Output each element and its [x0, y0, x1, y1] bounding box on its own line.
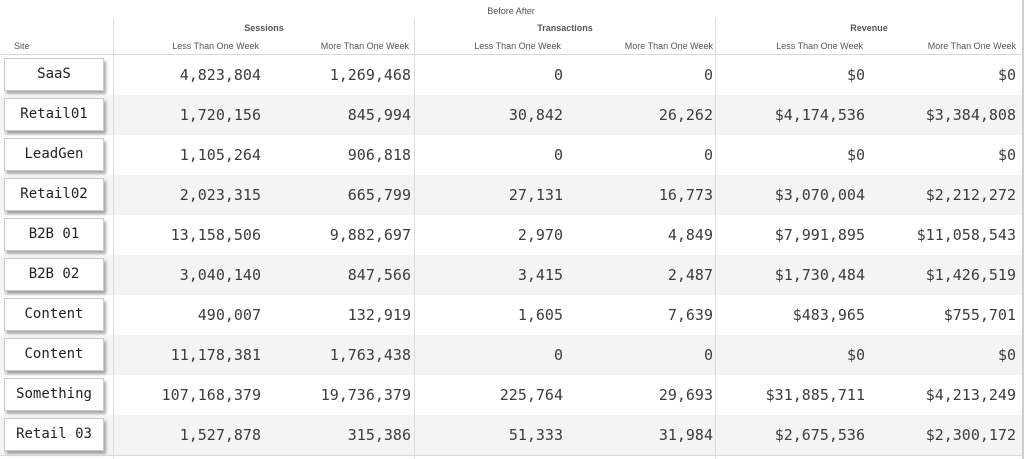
subheader-transactions-more: More Than One Week	[624, 41, 713, 51]
cell-revenue-more: $0	[997, 346, 1016, 364]
cell-revenue-more: $2,300,172	[925, 426, 1016, 444]
cell-sessions-more: 1,269,468	[329, 66, 411, 84]
cell-transactions-less: 0	[553, 146, 563, 164]
cell-transactions-less: 0	[553, 66, 563, 84]
site-button-content-2[interactable]: Content	[4, 338, 104, 371]
cell-revenue-less: $7,991,895	[774, 226, 865, 244]
cell-revenue-more: $0	[997, 146, 1016, 164]
cell-sessions-less: 11,178,381	[170, 346, 261, 364]
cell-transactions-less: 30,842	[508, 106, 563, 124]
cell-sessions-more: 315,386	[347, 426, 411, 444]
cell-sessions-more: 847,566	[347, 266, 411, 284]
cell-transactions-more: 0	[703, 146, 713, 164]
cell-transactions-less: 3,415	[517, 266, 563, 284]
site-button-content[interactable]: Content	[4, 298, 104, 331]
cell-sessions-more: 845,994	[347, 106, 411, 124]
table-row: B2B 01 13,158,506 9,882,697 2,970 4,849 …	[0, 215, 1022, 255]
cell-transactions-less: 0	[553, 346, 563, 364]
crosstab-view: Before After Sessions Transactions Reven…	[0, 0, 1024, 459]
column-title-before-after: Before After	[487, 6, 535, 16]
subheader-transactions-less: Less Than One Week	[474, 41, 561, 51]
cell-sessions-less: 107,168,379	[161, 386, 261, 404]
cell-transactions-more: 0	[703, 346, 713, 364]
subheader-revenue-less: Less Than One Week	[776, 41, 863, 51]
cell-sessions-less: 1,720,156	[179, 106, 261, 124]
table-row: Content 490,007 132,919 1,605 7,639 $483…	[0, 295, 1022, 335]
cell-transactions-less: 51,333	[508, 426, 563, 444]
cell-revenue-more: $755,701	[943, 306, 1016, 324]
cell-sessions-less: 1,105,264	[179, 146, 261, 164]
cell-revenue-less: $0	[846, 66, 865, 84]
cell-sessions-more: 132,919	[347, 306, 411, 324]
cell-transactions-more: 7,639	[667, 306, 713, 324]
table-row: Content 11,178,381 1,763,438 0 0 $0 $0	[0, 335, 1022, 375]
cell-revenue-more: $2,212,272	[925, 186, 1016, 204]
cell-revenue-more: $3,384,808	[925, 106, 1016, 124]
cell-sessions-less: 2,023,315	[179, 186, 261, 204]
cell-revenue-less: $0	[846, 146, 865, 164]
cell-transactions-less: 2,970	[517, 226, 563, 244]
site-button-something[interactable]: Something	[4, 378, 104, 411]
table-row: LeadGen 1,105,264 906,818 0 0 $0 $0	[0, 135, 1022, 175]
subheader-sessions-less: Less Than One Week	[172, 41, 259, 51]
table-bottom-border	[0, 455, 1022, 456]
cell-revenue-less: $2,675,536	[774, 426, 865, 444]
site-column-divider	[113, 18, 114, 459]
table-row: Retail 03 1,527,878 315,386 51,333 31,98…	[0, 415, 1022, 455]
site-button-leadgen[interactable]: LeadGen	[4, 138, 104, 171]
cell-sessions-less: 490,007	[197, 306, 261, 324]
group-header-sessions: Sessions	[244, 23, 284, 33]
cell-transactions-less: 1,605	[517, 306, 563, 324]
cell-sessions-more: 9,882,697	[329, 226, 411, 244]
cell-transactions-more: 31,984	[658, 426, 713, 444]
site-button-retail01[interactable]: Retail01	[4, 98, 104, 131]
table-row: B2B 02 3,040,140 847,566 3,415 2,487 $1,…	[0, 255, 1022, 295]
cell-transactions-more: 26,262	[658, 106, 713, 124]
group-header-revenue: Revenue	[850, 23, 888, 33]
site-button-retail-03[interactable]: Retail 03	[4, 418, 104, 451]
group-header-transactions: Transactions	[537, 23, 593, 33]
cell-revenue-less: $3,070,004	[774, 186, 865, 204]
cell-transactions-more: 4,849	[667, 226, 713, 244]
cell-transactions-more: 2,487	[667, 266, 713, 284]
cell-sessions-less: 4,823,804	[179, 66, 261, 84]
site-button-retail02[interactable]: Retail02	[4, 178, 104, 211]
site-button-b2b-02[interactable]: B2B 02	[4, 258, 104, 291]
table-row: Something 107,168,379 19,736,379 225,764…	[0, 375, 1022, 415]
cell-revenue-less: $1,730,484	[774, 266, 865, 284]
site-button-b2b-01[interactable]: B2B 01	[4, 218, 104, 251]
cell-sessions-more: 665,799	[347, 186, 411, 204]
transactions-revenue-divider	[715, 18, 716, 459]
table-body: SaaS 4,823,804 1,269,468 0 0 $0 $0 Retai…	[0, 55, 1022, 455]
cell-sessions-more: 906,818	[347, 146, 411, 164]
site-column-header: Site	[14, 41, 30, 51]
table-row: SaaS 4,823,804 1,269,468 0 0 $0 $0	[0, 55, 1022, 95]
cell-transactions-more: 16,773	[658, 186, 713, 204]
cell-revenue-less: $0	[846, 346, 865, 364]
sessions-transactions-divider	[414, 18, 415, 459]
cell-transactions-more: 29,693	[658, 386, 713, 404]
cell-revenue-less: $31,885,711	[765, 386, 865, 404]
cell-transactions-less: 27,131	[508, 186, 563, 204]
cell-revenue-more: $0	[997, 66, 1016, 84]
cell-sessions-less: 1,527,878	[179, 426, 261, 444]
cell-sessions-less: 13,158,506	[170, 226, 261, 244]
cell-revenue-more: $11,058,543	[916, 226, 1016, 244]
cell-transactions-less: 225,764	[499, 386, 563, 404]
cell-revenue-less: $483,965	[792, 306, 865, 324]
cell-revenue-more: $4,213,249	[925, 386, 1016, 404]
cell-sessions-more: 1,763,438	[329, 346, 411, 364]
table-row: Retail02 2,023,315 665,799 27,131 16,773…	[0, 175, 1022, 215]
cell-revenue-less: $4,174,536	[774, 106, 865, 124]
cell-transactions-more: 0	[703, 66, 713, 84]
subheader-sessions-more: More Than One Week	[320, 41, 409, 51]
cell-sessions-less: 3,040,140	[179, 266, 261, 284]
subheader-revenue-more: More Than One Week	[927, 41, 1016, 51]
cell-revenue-more: $1,426,519	[925, 266, 1016, 284]
cell-sessions-more: 19,736,379	[320, 386, 411, 404]
site-button-saas[interactable]: SaaS	[4, 58, 104, 91]
table-row: Retail01 1,720,156 845,994 30,842 26,262…	[0, 95, 1022, 135]
